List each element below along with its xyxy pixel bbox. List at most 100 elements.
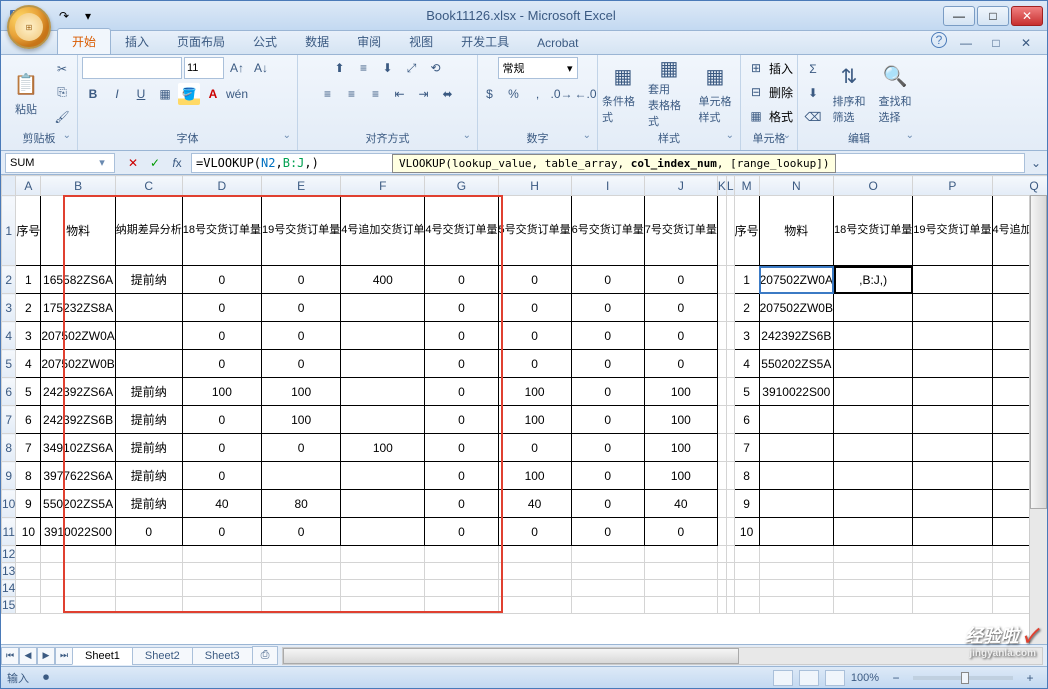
cell-A4[interactable]: 3 — [16, 322, 41, 350]
cell-A3[interactable]: 2 — [16, 294, 41, 322]
cell-J12[interactable] — [644, 546, 717, 563]
cell-H10[interactable]: 40 — [498, 490, 571, 518]
cell-L5[interactable] — [726, 350, 734, 378]
cell-J1[interactable]: 7号交货订单量 — [644, 196, 717, 266]
cell-F15[interactable] — [341, 597, 425, 614]
sheet-first-icon[interactable]: ⏮ — [1, 647, 19, 665]
cell-C6[interactable]: 提前纳 — [115, 378, 182, 406]
row-header-9[interactable]: 9 — [2, 462, 16, 490]
enter-formula-icon[interactable]: ✓ — [145, 153, 165, 173]
cell-I7[interactable]: 0 — [571, 406, 644, 434]
tab-data[interactable]: 数据 — [291, 29, 343, 54]
cell-P11[interactable] — [913, 518, 992, 546]
merge-icon[interactable]: ⬌ — [437, 83, 459, 105]
cell-G10[interactable]: 0 — [425, 490, 498, 518]
vscroll-thumb[interactable] — [1030, 195, 1047, 509]
cell-E13[interactable] — [262, 563, 341, 580]
cell-L2[interactable] — [726, 266, 734, 294]
cell-J2[interactable]: 0 — [644, 266, 717, 294]
cell-P9[interactable] — [913, 462, 992, 490]
cell-P1[interactable]: 19号交货订单量 — [913, 196, 992, 266]
underline-icon[interactable]: U — [130, 83, 152, 105]
cell-M13[interactable] — [734, 563, 759, 580]
cell-J4[interactable]: 0 — [644, 322, 717, 350]
cell-P13[interactable] — [913, 563, 992, 580]
fill-icon[interactable]: ⬇ — [802, 82, 824, 104]
cell-E15[interactable] — [262, 597, 341, 614]
sheet-new-icon[interactable]: ⎙ — [252, 646, 279, 665]
cell-P2[interactable] — [913, 266, 992, 294]
cell-L1[interactable] — [726, 196, 734, 266]
cell-D9[interactable]: 0 — [182, 462, 261, 490]
cell-M2[interactable]: 1 — [734, 266, 759, 294]
col-header-J[interactable]: J — [644, 176, 717, 196]
cell-G5[interactable]: 0 — [425, 350, 498, 378]
autosum-icon[interactable]: Σ — [802, 58, 824, 80]
cell-J14[interactable] — [644, 580, 717, 597]
percent-icon[interactable]: % — [503, 83, 525, 105]
cell-G7[interactable]: 0 — [425, 406, 498, 434]
dec-decimal-icon[interactable]: ←.0 — [575, 83, 597, 105]
cell-C5[interactable] — [115, 350, 182, 378]
cell-P8[interactable] — [913, 434, 992, 462]
cell-M11[interactable]: 10 — [734, 518, 759, 546]
cell-K11[interactable] — [717, 518, 726, 546]
cell-I2[interactable]: 0 — [571, 266, 644, 294]
cell-D10[interactable]: 40 — [182, 490, 261, 518]
close-button[interactable]: ✕ — [1011, 6, 1043, 26]
horizontal-scrollbar[interactable] — [282, 647, 1043, 665]
cell-A6[interactable]: 5 — [16, 378, 41, 406]
tab-home[interactable]: 开始 — [57, 28, 111, 54]
cell-O8[interactable] — [834, 434, 913, 462]
format-label[interactable]: 格式 — [769, 108, 793, 125]
cell-L7[interactable] — [726, 406, 734, 434]
cell-K5[interactable] — [717, 350, 726, 378]
align-bottom-icon[interactable]: ⬇ — [377, 57, 399, 79]
cell-O2[interactable]: ,B:J,) — [834, 266, 913, 294]
tab-acrobat[interactable]: Acrobat — [523, 32, 592, 54]
cell-M1[interactable]: 序号 — [734, 196, 759, 266]
cell-P5[interactable] — [913, 350, 992, 378]
cell-O15[interactable] — [834, 597, 913, 614]
cell-D6[interactable]: 100 — [182, 378, 261, 406]
cell-E1[interactable]: 19号交货订单量 — [262, 196, 341, 266]
cell-D12[interactable] — [182, 546, 261, 563]
view-normal-icon[interactable] — [773, 670, 793, 686]
cell-B6[interactable]: 242392ZS6A — [41, 378, 115, 406]
cell-K4[interactable] — [717, 322, 726, 350]
cell-D14[interactable] — [182, 580, 261, 597]
cell-O4[interactable] — [834, 322, 913, 350]
cell-H14[interactable] — [498, 580, 571, 597]
cell-E6[interactable]: 100 — [262, 378, 341, 406]
tab-review[interactable]: 审阅 — [343, 29, 395, 54]
cell-L4[interactable] — [726, 322, 734, 350]
cell-A5[interactable]: 4 — [16, 350, 41, 378]
col-header-F[interactable]: F — [341, 176, 425, 196]
clear-icon[interactable]: ⌫ — [802, 106, 824, 128]
cell-D4[interactable]: 0 — [182, 322, 261, 350]
zoom-in-icon[interactable]: + — [1019, 667, 1041, 689]
cell-G13[interactable] — [425, 563, 498, 580]
row-header-8[interactable]: 8 — [2, 434, 16, 462]
font-size-select[interactable] — [184, 57, 224, 79]
cell-H8[interactable]: 0 — [498, 434, 571, 462]
cell-G15[interactable] — [425, 597, 498, 614]
cell-A7[interactable]: 6 — [16, 406, 41, 434]
sheet-last-icon[interactable]: ⏭ — [55, 647, 73, 665]
cell-K12[interactable] — [717, 546, 726, 563]
orientation-icon[interactable]: ⤢ — [401, 57, 423, 79]
find-select-button[interactable]: 🔍查找和 选择 — [874, 58, 916, 128]
cell-N1[interactable]: 物料 — [759, 196, 833, 266]
cell-M10[interactable]: 9 — [734, 490, 759, 518]
border-icon[interactable]: ▦ — [154, 83, 176, 105]
cell-B14[interactable] — [41, 580, 115, 597]
grid-container[interactable]: ABCDEFGHIJKLMNOPQR1序号物料纳期差异分析18号交货订单量19号… — [1, 175, 1047, 644]
cell-H5[interactable]: 0 — [498, 350, 571, 378]
cell-M6[interactable]: 5 — [734, 378, 759, 406]
cell-C13[interactable] — [115, 563, 182, 580]
cell-F2[interactable]: 400 — [341, 266, 425, 294]
cell-H3[interactable]: 0 — [498, 294, 571, 322]
row-header-1[interactable]: 1 — [2, 196, 16, 266]
cell-G9[interactable]: 0 — [425, 462, 498, 490]
cell-O11[interactable] — [834, 518, 913, 546]
